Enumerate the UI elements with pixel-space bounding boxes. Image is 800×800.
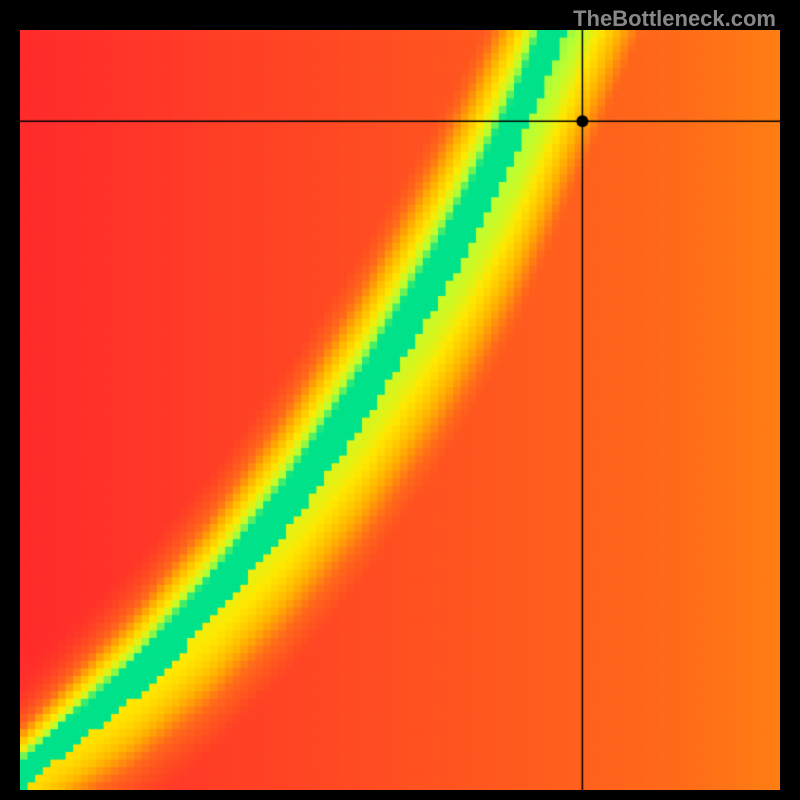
watermark-text: TheBottleneck.com bbox=[573, 6, 776, 32]
bottleneck-heatmap bbox=[20, 30, 780, 790]
